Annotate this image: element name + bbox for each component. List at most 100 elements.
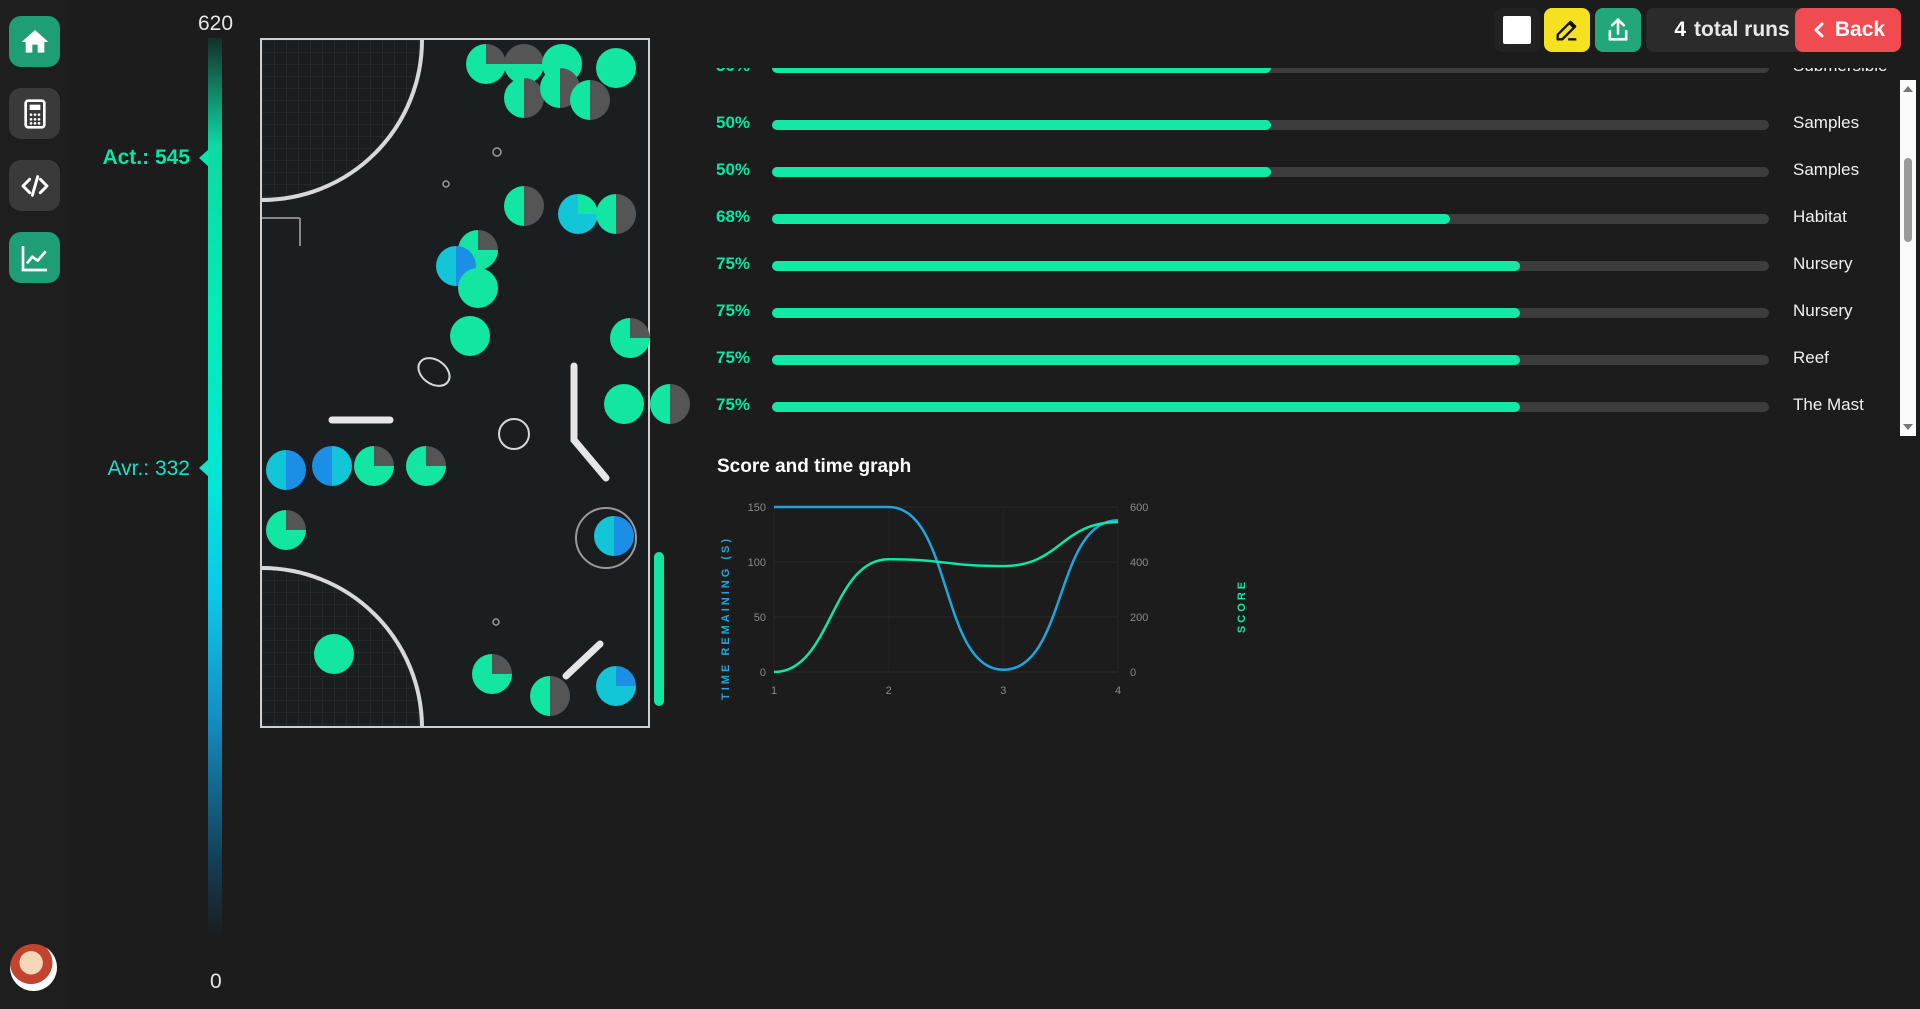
nav-home-button[interactable] bbox=[9, 16, 60, 67]
progress-percent: 50% bbox=[716, 113, 751, 132]
scroll-up-arrow-icon[interactable] bbox=[1903, 86, 1913, 92]
position-marker bbox=[406, 446, 446, 486]
total-runs-label: total runs bbox=[1694, 18, 1790, 41]
position-marker bbox=[450, 316, 490, 356]
position-marker bbox=[596, 666, 636, 706]
progress-track bbox=[772, 402, 1769, 412]
x-tick-label: 4 bbox=[1115, 685, 1121, 697]
scroll-down-arrow-icon[interactable] bbox=[1903, 424, 1913, 430]
y-tick-label-left: 150 bbox=[748, 502, 766, 514]
position-marker bbox=[596, 48, 636, 88]
chevron-left-icon bbox=[1814, 22, 1824, 38]
back-label: Back bbox=[1834, 18, 1886, 41]
progress-track bbox=[772, 167, 1769, 177]
edit-button[interactable] bbox=[1544, 8, 1590, 52]
list-scrollbar-thumb[interactable] bbox=[1904, 158, 1912, 242]
progress-label: Samples bbox=[1793, 160, 1860, 179]
x-tick-label: 2 bbox=[886, 685, 892, 697]
field-map bbox=[260, 38, 690, 728]
position-marker bbox=[650, 384, 690, 424]
list-scrollbar[interactable] bbox=[1900, 80, 1916, 436]
mission-progress-list: 50% Submersible 50% Samples 50% Samples … bbox=[716, 68, 1904, 434]
position-marker bbox=[266, 510, 306, 550]
position-marker bbox=[504, 186, 544, 226]
progress-fill bbox=[772, 261, 1520, 271]
progress-row: 75% The Mast bbox=[716, 395, 1904, 419]
position-marker bbox=[570, 80, 610, 120]
gauge-max-label: 620 bbox=[198, 12, 234, 35]
progress-track bbox=[772, 261, 1769, 271]
position-marker bbox=[594, 516, 634, 556]
x-tick-label: 3 bbox=[1000, 685, 1006, 697]
score-gauge-bar bbox=[208, 38, 222, 938]
y-axis-label-right: SCORE bbox=[1236, 579, 1248, 633]
progress-track bbox=[772, 355, 1769, 365]
y-tick-label-left: 0 bbox=[760, 667, 766, 679]
progress-fill bbox=[772, 167, 1271, 177]
x-tick-label: 1 bbox=[771, 685, 777, 697]
nav-calculator-button[interactable] bbox=[9, 88, 60, 139]
progress-row: 50% Submersible bbox=[716, 68, 1904, 80]
progress-fill bbox=[772, 308, 1520, 318]
progress-label: Submersible bbox=[1793, 68, 1888, 76]
time-remaining-line bbox=[774, 505, 1119, 672]
gauge-average-marker bbox=[199, 459, 209, 477]
progress-track bbox=[772, 120, 1769, 130]
total-runs-count: 4 bbox=[1674, 18, 1686, 41]
field-side-indicator bbox=[654, 552, 664, 706]
position-marker bbox=[312, 446, 352, 486]
home-icon bbox=[21, 29, 48, 53]
position-marker bbox=[472, 654, 512, 694]
gauge-average-label: Avr.: 332 bbox=[107, 457, 190, 480]
progress-percent: 75% bbox=[716, 254, 751, 273]
position-marker bbox=[604, 384, 644, 424]
progress-fill bbox=[772, 120, 1271, 130]
progress-percent: 75% bbox=[716, 348, 751, 367]
y-tick-label-right: 600 bbox=[1130, 502, 1148, 514]
y-tick-label-right: 400 bbox=[1130, 557, 1148, 569]
progress-fill bbox=[772, 402, 1520, 412]
score-line bbox=[773, 520, 1119, 674]
progress-row: 75% Nursery bbox=[716, 301, 1904, 325]
progress-row: 75% Reef bbox=[716, 348, 1904, 372]
progress-label: Samples bbox=[1793, 113, 1860, 132]
position-marker bbox=[596, 194, 636, 234]
progress-fill bbox=[772, 355, 1520, 365]
back-button[interactable]: Back bbox=[1795, 8, 1901, 52]
progress-row: 50% Samples bbox=[716, 160, 1904, 184]
progress-row: 50% Samples bbox=[716, 113, 1904, 137]
progress-fill bbox=[772, 68, 1271, 73]
nav-analytics-button[interactable] bbox=[9, 232, 60, 283]
progress-percent: 50% bbox=[716, 68, 750, 76]
graph-title: Score and time graph bbox=[717, 456, 912, 477]
nav-code-button[interactable] bbox=[9, 160, 60, 211]
y-tick-label-right: 200 bbox=[1130, 612, 1148, 624]
share-icon bbox=[1608, 18, 1628, 41]
position-marker bbox=[466, 44, 506, 84]
progress-fill bbox=[772, 214, 1450, 224]
sidebar bbox=[0, 0, 68, 1009]
progress-row: 75% Nursery bbox=[716, 254, 1904, 278]
y-axis-label-left: TIME REMAINING (S) bbox=[720, 536, 732, 700]
progress-percent: 75% bbox=[716, 395, 751, 414]
gauge-actual-marker bbox=[199, 149, 209, 167]
white-square-icon bbox=[1503, 16, 1531, 44]
progress-label: Reef bbox=[1793, 348, 1829, 367]
progress-row: 68% Habitat bbox=[716, 207, 1904, 231]
position-marker bbox=[504, 78, 544, 118]
gauge-min-label: 0 bbox=[210, 970, 222, 993]
share-button[interactable] bbox=[1595, 8, 1641, 52]
position-marker bbox=[314, 634, 354, 674]
progress-track bbox=[772, 68, 1769, 73]
position-marker bbox=[266, 450, 306, 490]
color-toggle-button[interactable] bbox=[1494, 8, 1540, 52]
position-marker bbox=[610, 318, 650, 358]
progress-percent: 75% bbox=[716, 301, 751, 320]
y-tick-label-left: 100 bbox=[748, 557, 766, 569]
progress-track bbox=[772, 308, 1769, 318]
total-runs-badge: 4 total runs bbox=[1646, 8, 1818, 52]
progress-percent: 68% bbox=[716, 207, 751, 226]
progress-track bbox=[772, 214, 1769, 224]
user-avatar[interactable] bbox=[10, 944, 57, 991]
y-tick-label-left: 50 bbox=[754, 612, 766, 624]
